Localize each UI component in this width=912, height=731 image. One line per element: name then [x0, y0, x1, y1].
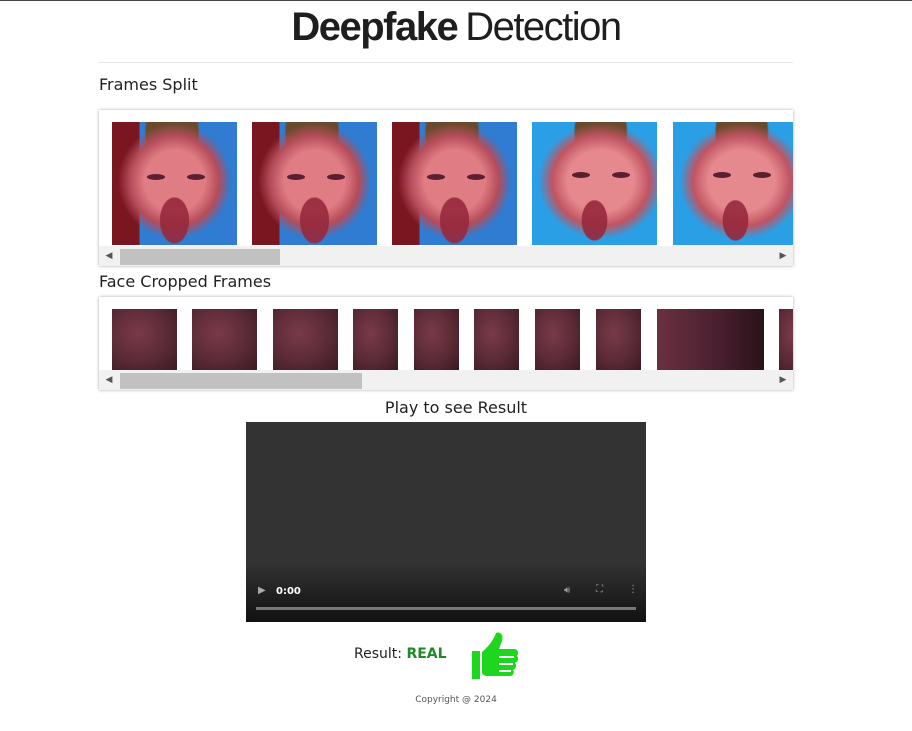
video-player[interactable]: ▶ 0:00 🔊︎ ⛶ ⋮ [246, 422, 646, 622]
cropped-frame [414, 309, 459, 370]
face-cropped-strip[interactable] [99, 297, 793, 370]
cropped-frame [112, 309, 177, 370]
scroll-left-icon[interactable]: ◀ [99, 370, 119, 390]
scroll-right-icon[interactable]: ▶ [773, 246, 793, 266]
cropped-frame [353, 309, 398, 370]
scrollbar-thumb[interactable] [120, 249, 280, 265]
frames-split-strip[interactable] [99, 110, 793, 260]
scroll-right-icon[interactable]: ▶ [773, 370, 793, 390]
frame-thumbnail [673, 122, 793, 245]
page-header: Deepfake Detection [0, 5, 912, 50]
page-title: Deepfake Detection [291, 5, 622, 49]
frames-split-panel: ◀ ▶ [99, 110, 793, 266]
frame-thumbnail [252, 122, 377, 245]
fullscreen-icon[interactable]: ⛶ [596, 584, 603, 595]
cropped-frame [779, 309, 793, 370]
video-time: 0:00 [276, 586, 301, 597]
cropped-frame [273, 309, 338, 370]
cropped-frame [535, 309, 580, 370]
cropped-frame [657, 309, 764, 370]
copyright-footer: Copyright @ 2024 [415, 695, 497, 705]
frame-thumbnail [392, 122, 517, 245]
thumbs-up-icon [472, 632, 519, 679]
frame-thumbnail [112, 122, 237, 245]
scroll-left-icon[interactable]: ◀ [99, 246, 119, 266]
video-caption: Play to see Result [384, 398, 528, 417]
frames-split-scrollbar[interactable]: ◀ ▶ [99, 246, 793, 266]
volume-icon[interactable]: 🔊︎ [564, 585, 570, 596]
face-cropped-title: Face Cropped Frames [99, 272, 272, 291]
title-bold: Deepfake [291, 5, 458, 49]
frame-thumbnail [532, 122, 657, 245]
video-progress-bar[interactable] [256, 607, 636, 610]
result-value: REAL [406, 646, 447, 662]
play-icon[interactable]: ▶ [258, 585, 266, 596]
frames-split-title: Frames Split [99, 75, 198, 94]
cropped-frame [474, 309, 519, 370]
result-line: Result: REAL [354, 646, 447, 662]
face-cropped-panel: ◀ ▶ [99, 297, 793, 390]
title-light: Detection [465, 5, 622, 49]
result-label: Result: [354, 646, 402, 662]
header-divider [99, 62, 793, 63]
cropped-frame [192, 309, 257, 370]
cropped-frame [596, 309, 641, 370]
face-cropped-scrollbar[interactable]: ◀ ▶ [99, 370, 793, 390]
scrollbar-thumb[interactable] [120, 373, 362, 389]
more-options-icon[interactable]: ⋮ [628, 584, 638, 595]
